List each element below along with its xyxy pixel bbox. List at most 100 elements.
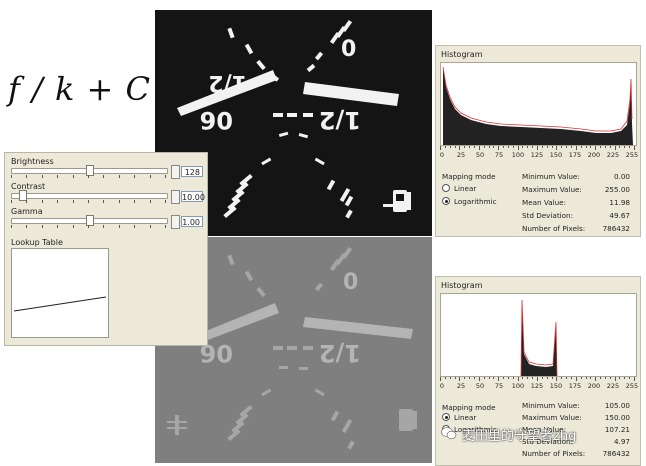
histogram-plot <box>440 62 637 146</box>
axis-tick <box>532 377 534 379</box>
slider-tick <box>103 200 105 203</box>
stat-name: Maximum Value: <box>522 413 582 422</box>
brightness-slider[interactable] <box>11 165 168 176</box>
axis-tick <box>629 146 631 148</box>
axis-tick <box>444 146 446 148</box>
axis-tick <box>473 146 475 148</box>
axis-tick <box>624 377 626 379</box>
histogram-title: Histogram <box>441 281 483 290</box>
axis-tick <box>575 377 577 381</box>
axis-tick <box>483 377 485 379</box>
linear-radio[interactable]: Linear <box>442 413 476 422</box>
logarithmic-radio[interactable]: Logarithmic <box>442 197 497 206</box>
gauge-label-tick: 06 <box>200 106 233 134</box>
slider-tick <box>88 225 89 228</box>
brightness-spinner[interactable] <box>171 165 180 179</box>
slider-tick <box>134 200 136 203</box>
axis-label: 150 <box>549 151 563 159</box>
axis-tick <box>478 146 480 150</box>
gamma-spinner[interactable] <box>171 215 180 229</box>
axis-tick <box>493 377 495 379</box>
axis-tick <box>551 377 553 379</box>
slider-tick <box>72 225 74 228</box>
axis-tick <box>551 146 553 148</box>
axis-tick <box>580 146 582 148</box>
axis-tick <box>595 377 597 381</box>
slider-tick <box>11 225 12 228</box>
axis-label: 100 <box>511 382 525 390</box>
linear-radio[interactable]: Linear <box>442 184 476 193</box>
lookup-table-plot <box>11 248 109 338</box>
slider-tick <box>134 175 136 178</box>
slider-tick <box>165 225 166 228</box>
lookup-table-curve <box>13 296 107 312</box>
axis-tick <box>570 146 572 148</box>
stat-name: Maximum Value: <box>522 185 582 194</box>
contrast-spinner[interactable] <box>171 190 180 204</box>
slider-tick <box>165 200 166 203</box>
axis-tick <box>459 146 461 150</box>
linear-radio-label: Linear <box>454 413 477 422</box>
axis-tick <box>585 146 587 148</box>
slider-tick <box>41 175 43 178</box>
axis-tick <box>609 377 611 379</box>
axis-tick <box>556 146 558 150</box>
axis-label: 225 <box>606 151 620 159</box>
slider-tick <box>41 200 43 203</box>
gauge-label-half-adjusted: 1/2 <box>319 339 361 367</box>
contrast-value-field[interactable]: 10.00 <box>181 191 205 202</box>
axis-tick <box>488 377 490 379</box>
axis-tick <box>444 377 446 379</box>
gamma-slider[interactable] <box>11 215 168 226</box>
axis-tick <box>464 146 466 148</box>
axis-tick <box>483 146 485 148</box>
contrast-slider[interactable] <box>11 190 168 201</box>
slider-tick <box>11 200 12 203</box>
axis-label: 75 <box>494 382 504 390</box>
axis-label: 100 <box>511 151 525 159</box>
slider-tick <box>72 175 74 178</box>
axis-tick <box>507 377 509 379</box>
radio-selected-icon <box>442 197 450 205</box>
axis-tick <box>449 146 451 148</box>
histogram-axis-ticks <box>440 146 637 150</box>
linear-radio-label: Linear <box>454 184 477 193</box>
brightness-value-field[interactable]: 128 <box>181 166 203 177</box>
axis-tick <box>512 377 514 379</box>
axis-tick <box>609 146 611 148</box>
slider-tick <box>103 175 105 178</box>
axis-tick <box>566 377 568 379</box>
axis-tick <box>503 146 505 148</box>
stat-value: 4.97 <box>613 437 630 446</box>
axis-tick <box>537 377 538 381</box>
histogram-axis-labels: 0 25 50 75 100 125 150 175 200 225 255 <box>436 151 640 161</box>
axis-tick <box>604 146 606 148</box>
axis-tick <box>619 146 621 148</box>
stat-value: 150.00 <box>604 413 630 422</box>
axis-label: 255 <box>625 151 639 159</box>
gamma-value-field[interactable]: 1.00 <box>181 216 203 227</box>
axis-tick <box>595 146 597 150</box>
axis-label: 25 <box>456 382 466 390</box>
gauge-label-zero: 0 <box>341 37 356 62</box>
axis-tick <box>561 146 563 148</box>
axis-tick <box>440 146 441 150</box>
slider-tick <box>11 175 12 178</box>
mapping-mode-label: Mapping mode <box>442 172 496 181</box>
axis-tick <box>541 377 543 379</box>
stat-name: Minimum Value: <box>522 401 580 410</box>
histogram-panel-original: Histogram 0 25 50 75 100 125 150 175 200… <box>435 45 641 237</box>
wechat-logo-icon <box>441 427 457 440</box>
stat-name: Minimum Value: <box>522 172 580 181</box>
axis-label: 175 <box>568 151 582 159</box>
axis-tick <box>507 146 509 148</box>
axis-label: 25 <box>456 151 466 159</box>
axis-tick <box>469 146 471 148</box>
slider-tick <box>41 225 43 228</box>
slider-tick <box>57 200 59 203</box>
axis-tick <box>440 377 441 381</box>
brightness-contrast-dialog: Brightness 128 Contrast 10.00 Gamma 1.00… <box>4 152 208 346</box>
axis-tick <box>546 377 548 379</box>
logarithmic-radio-label: Logarithmic <box>454 197 497 206</box>
axis-tick <box>590 146 592 148</box>
